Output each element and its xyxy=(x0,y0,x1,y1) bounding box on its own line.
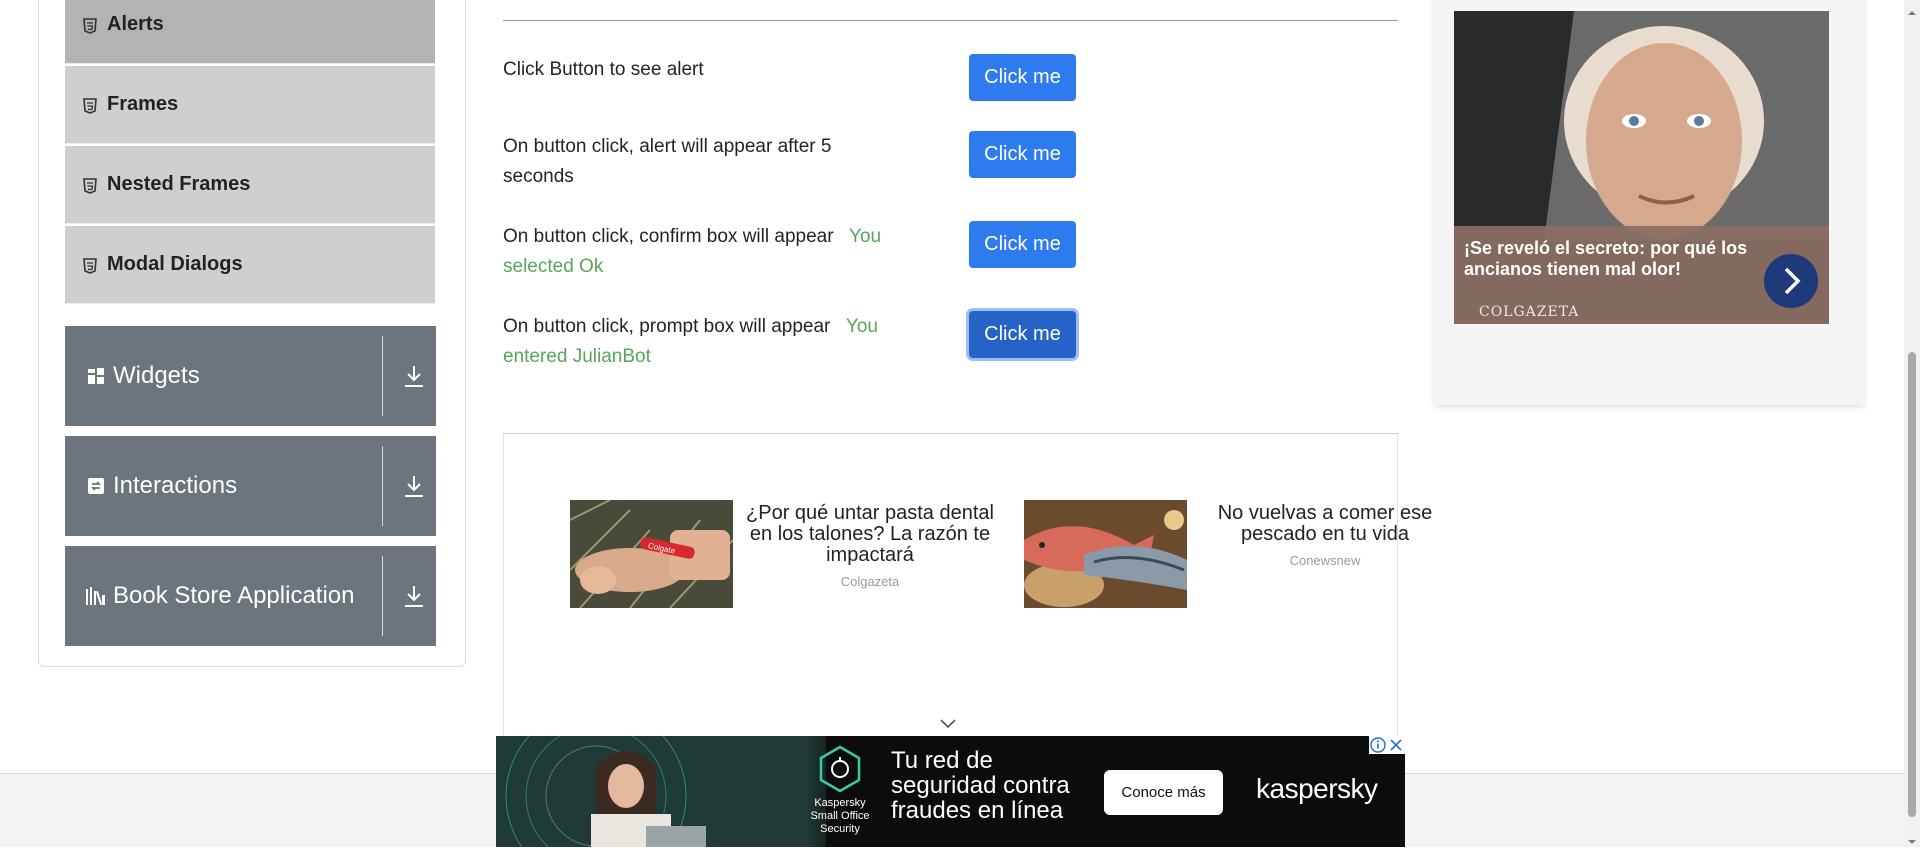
close-icon[interactable] xyxy=(1387,736,1405,754)
scroll-up-icon[interactable] xyxy=(1906,4,1918,22)
arrow-right-icon[interactable] xyxy=(1764,254,1818,308)
kaspersky-shield-icon xyxy=(815,744,865,794)
ad-source: COLGAZETA xyxy=(1479,304,1580,320)
html5-icon xyxy=(83,257,97,274)
banner-ad[interactable]: Kaspersky Small Office Security Tu red d… xyxy=(496,736,1405,847)
sidebar-item-label: Frames xyxy=(107,93,179,115)
sidebar-item-label: Alerts xyxy=(107,13,164,35)
ad-cta-button[interactable]: Conoce más xyxy=(1104,770,1223,815)
ad-thumbnail xyxy=(1024,500,1187,608)
confirm-row-label: On button click, confirm box will appear… xyxy=(503,226,882,277)
sidebar-group-book-store[interactable]: Book Store Application xyxy=(65,546,436,646)
html5-icon xyxy=(83,177,97,194)
sidebar-item-label: Modal Dialogs xyxy=(107,253,243,275)
ad-card[interactable] xyxy=(1024,500,1187,613)
ad-card-text[interactable]: ¿Por qué untar pasta dental en los talon… xyxy=(742,502,998,590)
ad-source: Conewsnew xyxy=(1289,553,1361,568)
ad-card-text[interactable]: No vuelvas a comer ese pescado en tu vid… xyxy=(1200,502,1450,569)
sidebar-item-modal-dialogs[interactable]: Modal Dialogs xyxy=(65,226,435,304)
sidebar-item-label: Nested Frames xyxy=(107,173,251,195)
sidebar-group-label: Interactions xyxy=(113,472,238,499)
sidebar-group-label: Widgets xyxy=(113,362,200,389)
sidebar-item-alerts[interactable]: Alerts xyxy=(65,0,435,64)
timer-alert-row-label: On button click, alert will appear after… xyxy=(503,136,832,187)
ad-title: No vuelvas a comer ese pescado en tu vid… xyxy=(1217,502,1433,545)
chevron-down-icon[interactable] xyxy=(938,717,958,736)
download-icon[interactable] xyxy=(402,582,426,610)
html5-icon xyxy=(83,97,97,114)
ad-title: ¿Por qué untar pasta dental en los talon… xyxy=(746,502,994,566)
ad-headline: Tu red de seguridad contra fraudes en lí… xyxy=(891,747,1070,824)
ad-headline: ¡Se reveló el secreto: por qué los ancia… xyxy=(1464,238,1748,279)
kaspersky-logo: kaspersky xyxy=(1256,773,1378,804)
alert-button[interactable]: Click me xyxy=(969,54,1076,101)
book-store-icon xyxy=(85,585,107,607)
sidebar-group-label: Book Store Application xyxy=(113,582,355,609)
sidebar-item-nested-frames[interactable]: Nested Frames xyxy=(65,146,435,224)
sidebar-group-interactions[interactable]: Interactions xyxy=(65,436,436,536)
prompt-row-label: On button click, prompt box will appear … xyxy=(503,316,878,367)
divider xyxy=(382,556,383,636)
confirm-button[interactable]: Click me xyxy=(969,221,1076,268)
ad-thumbnail: Colgate xyxy=(569,499,734,609)
ad-info-icon[interactable] xyxy=(1369,736,1387,754)
ad-card[interactable]: Colgate xyxy=(569,499,734,613)
html5-icon xyxy=(83,17,97,34)
alert-row-label: Click Button to see alert xyxy=(503,59,704,80)
sidebar-item-frames[interactable]: Frames xyxy=(65,66,435,144)
divider xyxy=(382,446,383,526)
interactions-icon xyxy=(85,475,107,497)
divider xyxy=(503,20,1398,21)
ad-image xyxy=(496,736,826,847)
right-ad-card[interactable]: ¡Se reveló el secreto: por qué los ancia… xyxy=(1454,11,1829,324)
widgets-icon xyxy=(85,365,107,387)
download-icon[interactable] xyxy=(402,472,426,500)
ad-brand-sub: Kaspersky Small Office Security xyxy=(810,797,870,835)
timer-alert-button[interactable]: Click me xyxy=(969,131,1076,178)
scrollbar-thumb[interactable] xyxy=(1908,352,1916,817)
sidebar-group-widgets[interactable]: Widgets xyxy=(65,326,436,426)
download-icon[interactable] xyxy=(402,362,426,390)
scroll-down-icon[interactable] xyxy=(1906,833,1918,851)
ad-source: Colgazeta xyxy=(840,574,900,589)
divider xyxy=(382,336,383,416)
prompt-button[interactable]: Click me xyxy=(969,311,1076,358)
